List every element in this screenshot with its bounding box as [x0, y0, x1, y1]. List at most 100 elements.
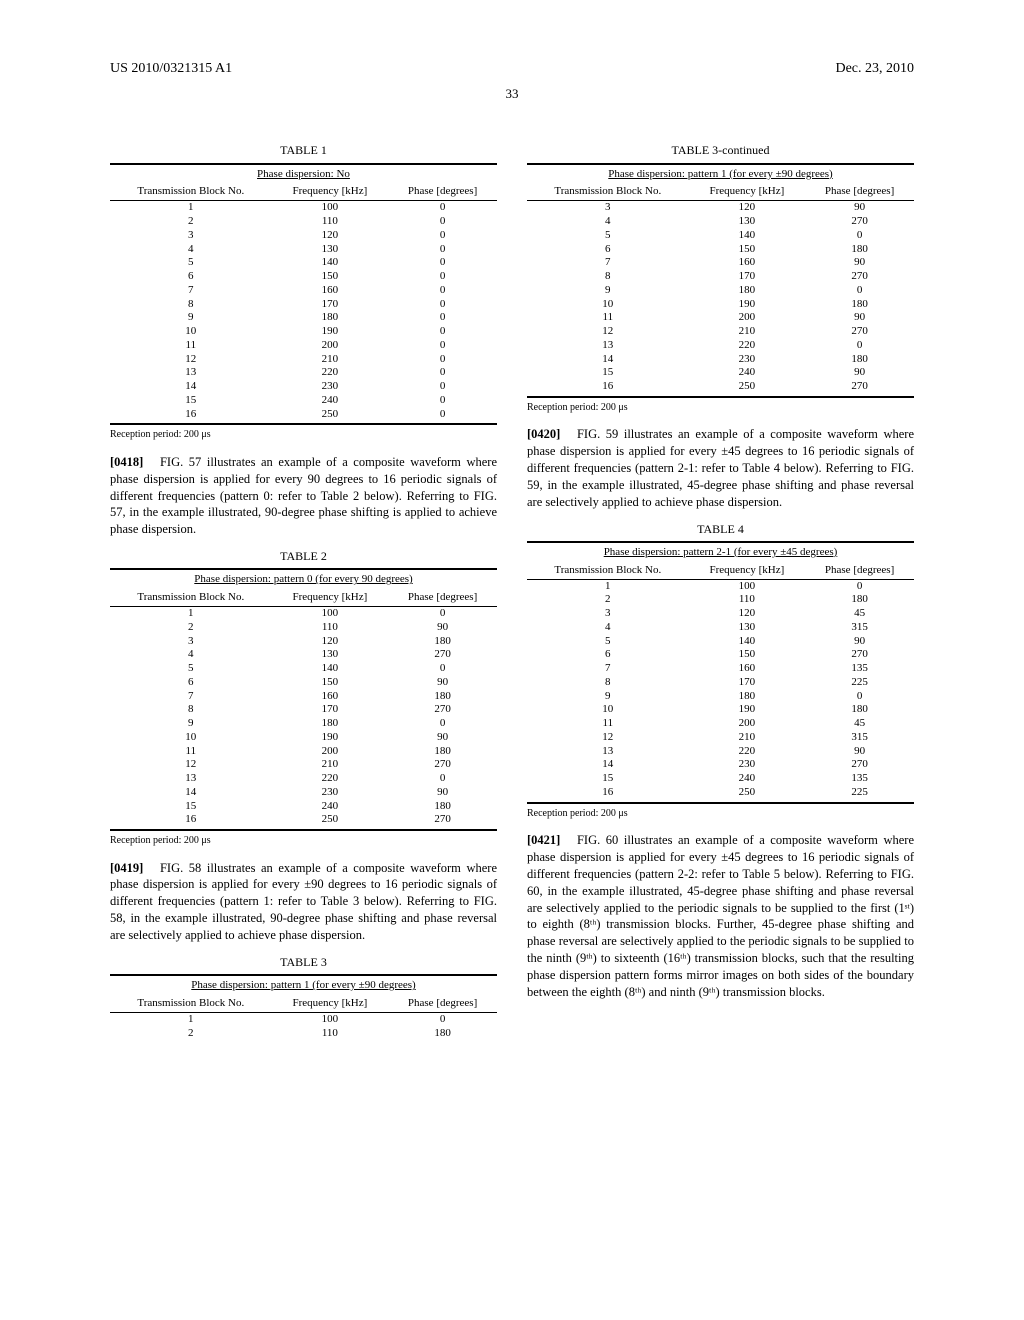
- col-header-block: Transmission Block No.: [110, 183, 272, 200]
- table-3-body: 110002110180: [110, 1012, 497, 1042]
- page-number: 33: [110, 85, 914, 103]
- para-text: FIG. 58 illustrates an example of a comp…: [110, 861, 497, 943]
- table-cell: 13: [527, 339, 689, 353]
- table-cell: 0: [388, 229, 497, 243]
- table-cell: 135: [805, 772, 914, 786]
- table-row: 1019090: [110, 731, 497, 745]
- table-cell: 190: [689, 298, 806, 312]
- table-row: 71600: [110, 284, 497, 298]
- table-cell: 11: [110, 339, 272, 353]
- table-cell: 6: [110, 676, 272, 690]
- table-cell: 1: [110, 607, 272, 621]
- table-row: 16250270: [110, 813, 497, 830]
- table-cell: 170: [272, 703, 389, 717]
- table-row: 16250225: [527, 786, 914, 803]
- table-row: 312045: [527, 607, 914, 621]
- table-row: 11200180: [110, 745, 497, 759]
- col-header-phase: Phase [degrees]: [388, 183, 497, 200]
- table-cell: 180: [689, 690, 806, 704]
- table-row: 16250270: [527, 380, 914, 397]
- table-cell: 0: [805, 284, 914, 298]
- table-cell: 0: [388, 201, 497, 215]
- table-row: 7160180: [110, 690, 497, 704]
- table-cell: 250: [272, 813, 389, 830]
- table-cell: 160: [689, 256, 806, 270]
- table-cell: 90: [805, 745, 914, 759]
- table-row: 3120180: [110, 635, 497, 649]
- table-cell: 9: [110, 717, 272, 731]
- table-cell: 7: [110, 284, 272, 298]
- table-cell: 5: [527, 229, 689, 243]
- para-text: FIG. 57 illustrates an example of a comp…: [110, 455, 497, 537]
- table-row: 152400: [110, 394, 497, 408]
- table-cell: 45: [805, 607, 914, 621]
- table-1-subtitle: Phase dispersion: No: [110, 163, 497, 182]
- table-row: 8170225: [527, 676, 914, 690]
- table-row: 91800: [110, 717, 497, 731]
- table-row: 1524090: [527, 366, 914, 380]
- table-row: 11000: [527, 579, 914, 593]
- table-2: Transmission Block No. Frequency [kHz] P…: [110, 589, 497, 831]
- table-cell: 4: [527, 215, 689, 229]
- table-row: 122100: [110, 353, 497, 367]
- table-cell: 0: [388, 408, 497, 425]
- table-1-label: TABLE 1: [110, 142, 497, 158]
- publication-number: US 2010/0321315 A1: [110, 60, 232, 79]
- table-row: 10190180: [527, 298, 914, 312]
- table-4-label: TABLE 4: [527, 521, 914, 537]
- table-row: 1120045: [527, 717, 914, 731]
- table-cell: 270: [388, 813, 497, 830]
- table-cell: 110: [272, 1027, 389, 1043]
- table-cell: 1: [110, 201, 272, 215]
- table-cell: 220: [689, 745, 806, 759]
- table-2-footnote: Reception period: 200 μs: [110, 834, 497, 848]
- table-row: 6150270: [527, 648, 914, 662]
- table-cell: 160: [272, 284, 389, 298]
- table-row: 615090: [110, 676, 497, 690]
- table-cell: 90: [805, 201, 914, 215]
- col-header-block: Transmission Block No.: [527, 562, 689, 579]
- table-cell: 0: [388, 243, 497, 257]
- table-cell: 0: [388, 394, 497, 408]
- table-cell: 8: [527, 270, 689, 284]
- table-row: 7160135: [527, 662, 914, 676]
- left-column: TABLE 1 Phase dispersion: No Transmissio…: [110, 132, 497, 1042]
- publication-date: Dec. 23, 2010: [835, 60, 914, 79]
- table-cell: 2: [527, 593, 689, 607]
- table-cell: 140: [272, 662, 389, 676]
- table-cell: 270: [805, 325, 914, 339]
- col-header-phase: Phase [degrees]: [805, 562, 914, 579]
- table-row: 15240135: [527, 772, 914, 786]
- table-cell: 120: [272, 635, 389, 649]
- table-cell: 100: [272, 201, 389, 215]
- table-row: 15240180: [110, 800, 497, 814]
- table-cell: 250: [272, 408, 389, 425]
- table-row: 716090: [527, 256, 914, 270]
- table-cell: 230: [689, 758, 806, 772]
- table-cell: 230: [689, 353, 806, 367]
- table-cell: 0: [388, 772, 497, 786]
- table-cell: 120: [689, 201, 806, 215]
- table-row: 41300: [110, 243, 497, 257]
- table-1-body: 1100021100312004130051400615007160081700…: [110, 201, 497, 425]
- table-cell: 4: [527, 621, 689, 635]
- para-num: [0419]: [110, 861, 143, 875]
- para-num: [0420]: [527, 427, 560, 441]
- table-cell: 14: [110, 786, 272, 800]
- table-cell: 130: [272, 648, 389, 662]
- table-1: Transmission Block No. Frequency [kHz] P…: [110, 183, 497, 425]
- right-column: TABLE 3-continued Phase dispersion: patt…: [527, 132, 914, 1042]
- table-cell: 230: [272, 786, 389, 800]
- table-cell: 315: [805, 621, 914, 635]
- table-row: 12210270: [110, 758, 497, 772]
- table-cell: 180: [388, 745, 497, 759]
- table-4-body: 1100021101803120454130315514090615027071…: [527, 579, 914, 803]
- table-cell: 5: [527, 635, 689, 649]
- table-row: 81700: [110, 298, 497, 312]
- table-cell: 8: [110, 703, 272, 717]
- table-cell: 240: [272, 394, 389, 408]
- table-cell: 120: [272, 229, 389, 243]
- table-2-label: TABLE 2: [110, 548, 497, 564]
- table-cell: 180: [272, 311, 389, 325]
- table-cell: 240: [272, 800, 389, 814]
